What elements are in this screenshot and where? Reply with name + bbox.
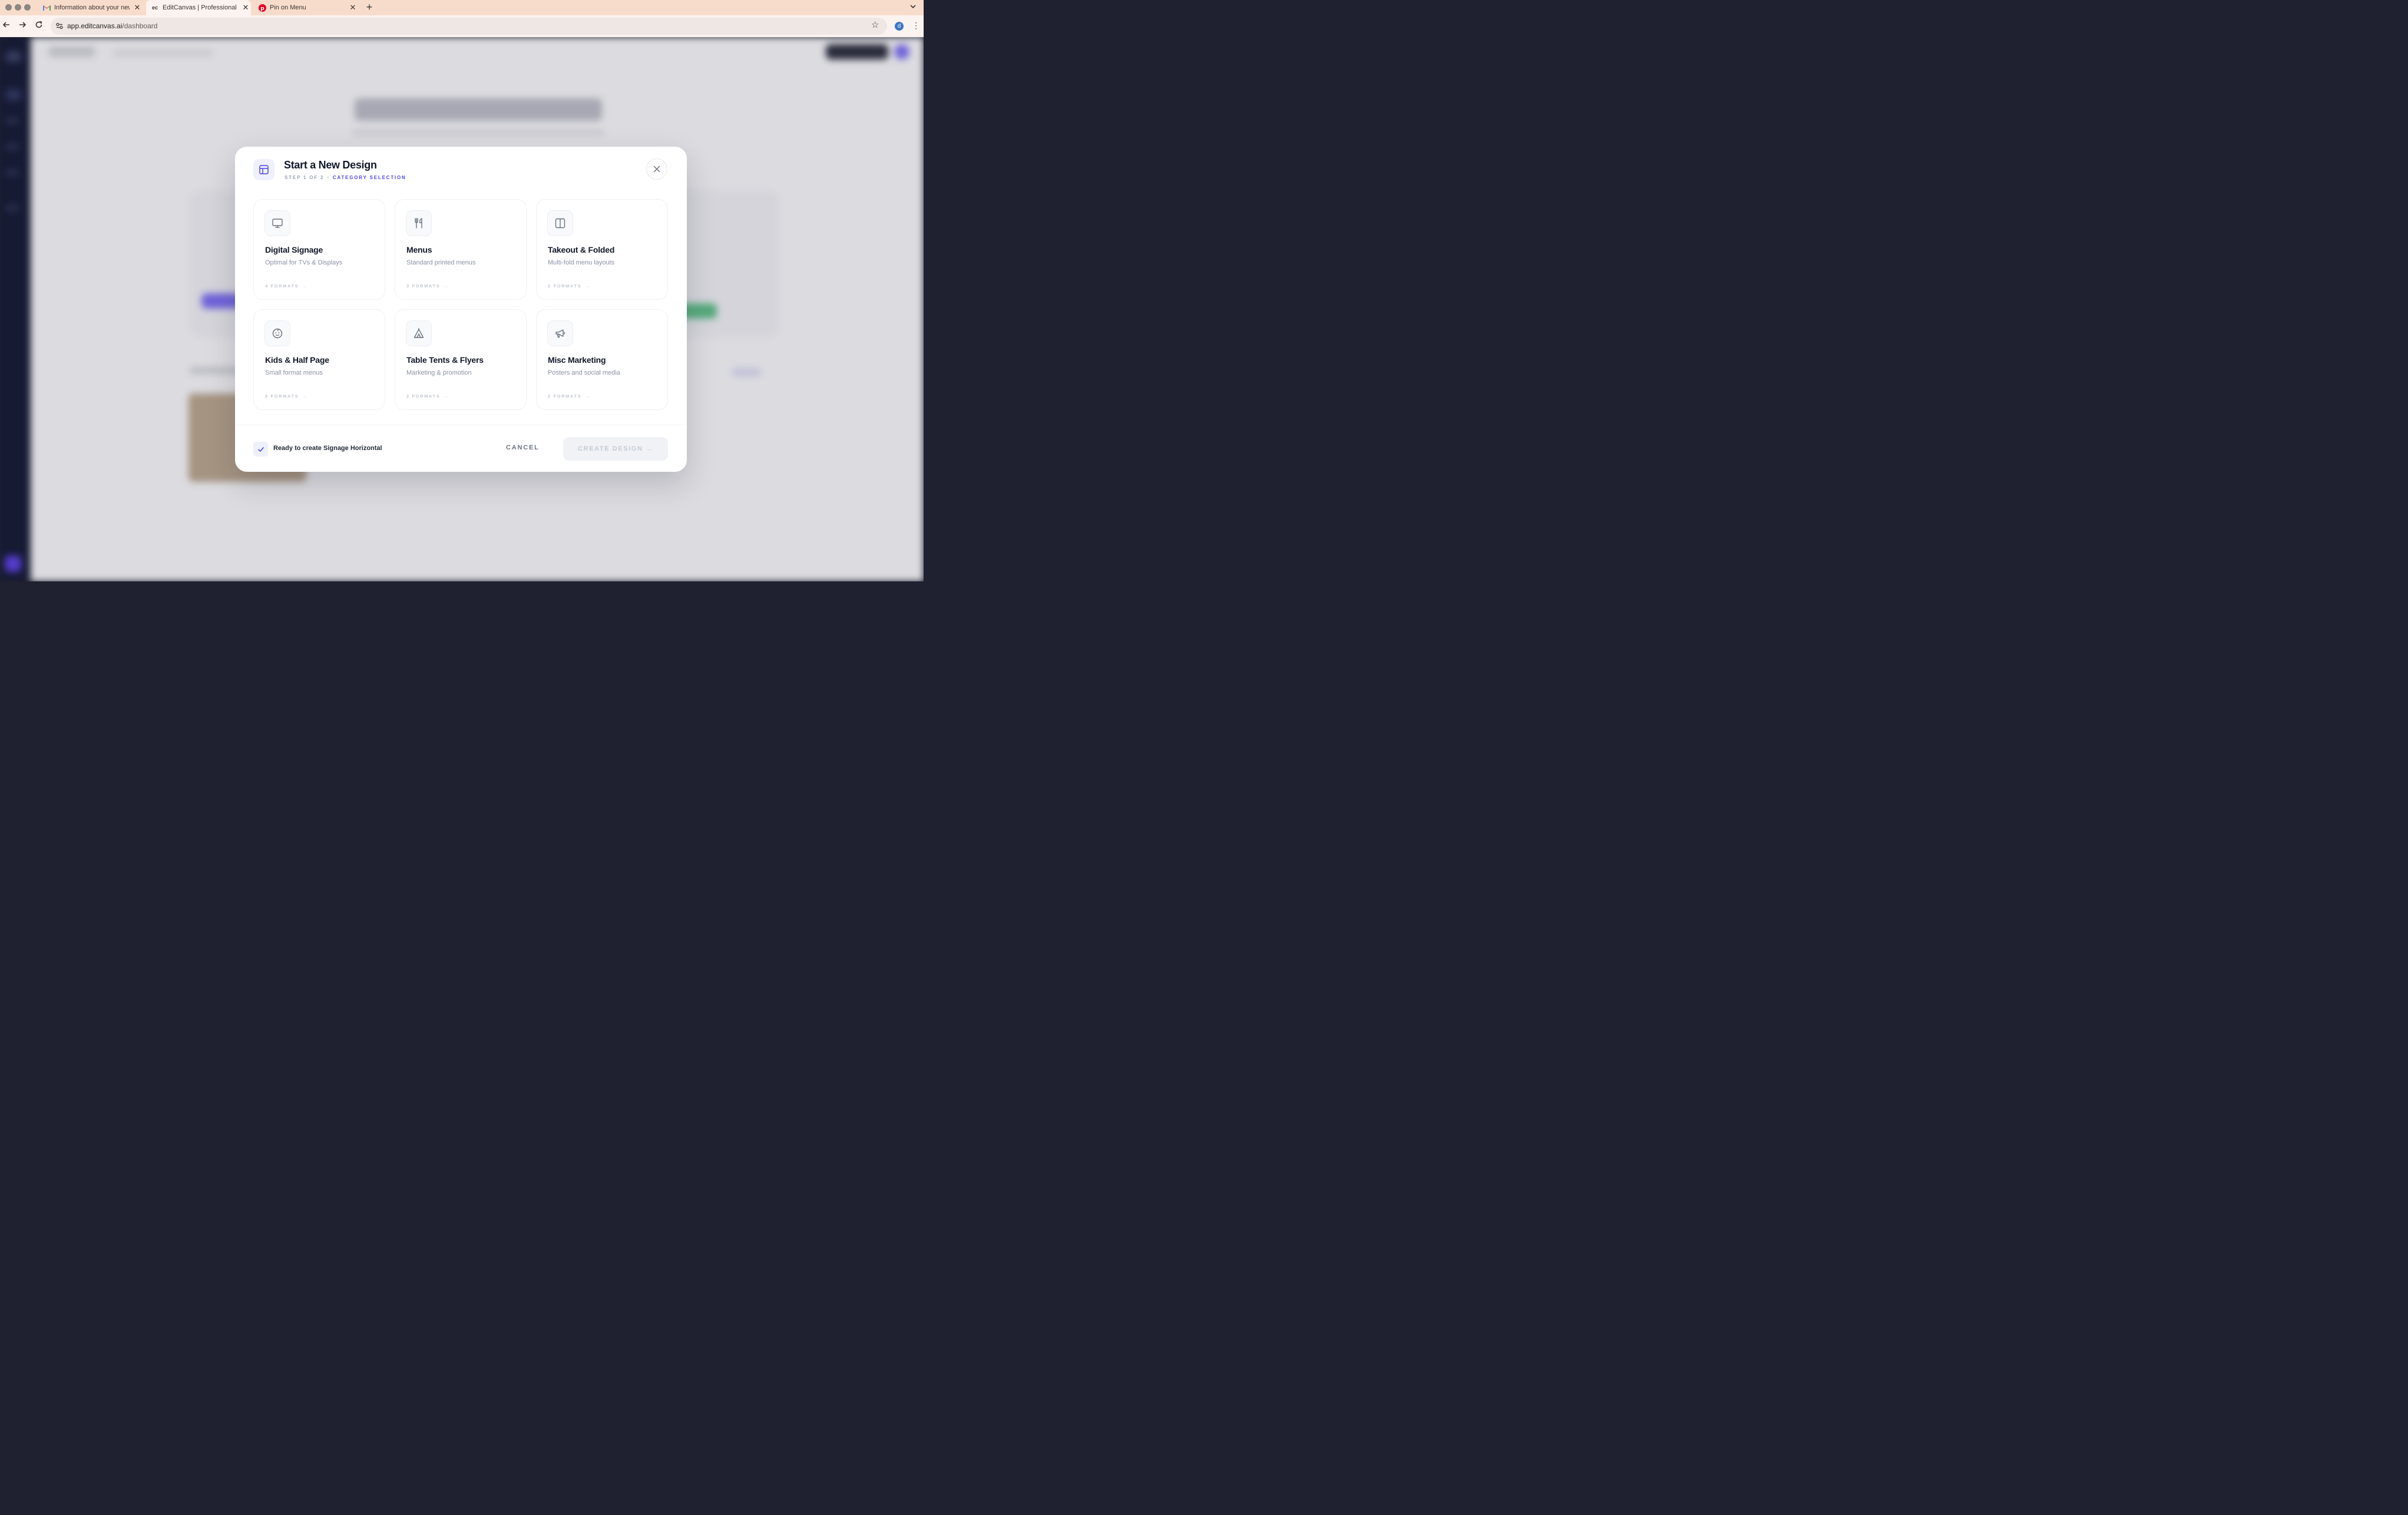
category-title: Table Tents & Flyers: [406, 355, 484, 365]
new-tab-plus-icon[interactable]: +: [363, 2, 375, 14]
step-separator: •: [327, 175, 330, 180]
browser-tab-gmail[interactable]: Information about your new G ✕: [39, 0, 145, 15]
step-name: CATEGORY SELECTION: [332, 175, 406, 180]
category-card-takeout-folded[interactable]: Takeout & Folded Multi-fold menu layouts…: [536, 199, 668, 300]
category-formats: 2 FORMATS →: [548, 393, 590, 399]
reload-icon[interactable]: [34, 21, 44, 31]
category-formats: 3 FORMATS →: [406, 283, 448, 289]
browser-toolbar: app.editcanvas.ai/dashboard ☆ d ⋮: [0, 15, 924, 37]
utensils-icon: [406, 210, 432, 236]
arrow-right-icon: →: [444, 393, 448, 399]
tab-close-icon[interactable]: ✕: [242, 3, 250, 12]
back-arrow-icon[interactable]: [1, 21, 12, 31]
arrow-right-icon: →: [585, 393, 590, 399]
monitor-icon: [264, 210, 290, 236]
columns-icon: [547, 210, 573, 236]
category-card-menus[interactable]: Menus Standard printed menus 3 FORMATS →: [395, 199, 527, 300]
format-count: 2 FORMATS: [548, 393, 582, 399]
format-count: 3 FORMATS: [406, 283, 441, 289]
format-count: 4 FORMATS: [265, 283, 299, 289]
tab-title: Information about your new G: [54, 4, 130, 11]
category-card-table-tents-flyers[interactable]: Table Tents & Flyers Marketing & promoti…: [395, 309, 527, 410]
step-indicator: STEP 1 OF 2 • CATEGORY SELECTION: [285, 175, 406, 180]
category-description: Small format menus: [265, 369, 323, 376]
category-description: Standard printed menus: [406, 259, 476, 266]
profile-avatar[interactable]: d: [895, 22, 904, 31]
bookmark-star-icon[interactable]: ☆: [871, 19, 879, 30]
window-zoom-dot[interactable]: [24, 4, 31, 11]
category-formats: 2 FORMATS →: [548, 283, 590, 289]
category-card-digital-signage[interactable]: Digital Signage Optimal for TVs & Displa…: [253, 199, 385, 300]
close-icon: [653, 166, 660, 173]
tent-icon: [406, 320, 432, 346]
format-count: 2 FORMATS: [406, 393, 441, 399]
browser-menu-icon[interactable]: ⋮: [912, 21, 920, 31]
category-formats: 2 FORMATS →: [265, 393, 307, 399]
svg-text:p: p: [260, 6, 264, 12]
category-description: Optimal for TVs & Displays: [265, 259, 343, 266]
arrow-right-icon: →: [302, 393, 307, 399]
browser-tab-editcanvas[interactable]: ec EditCanvas | Professional Digi ✕: [146, 0, 251, 15]
step-number: STEP 1 OF 2: [285, 175, 325, 180]
url-host: app.editcanvas.ai: [67, 22, 123, 30]
category-description: Multi-fold menu layouts: [548, 259, 615, 266]
ready-status: Ready to create Signage Horizontal: [273, 445, 382, 452]
check-icon: [253, 442, 268, 457]
browser-tab-pinterest[interactable]: p Pin on Menu ✕: [254, 0, 359, 15]
tab-search-chevron-icon[interactable]: [910, 2, 916, 11]
gmail-icon: [42, 4, 51, 12]
category-title: Kids & Half Page: [265, 355, 329, 365]
tab-title: EditCanvas | Professional Digi: [163, 4, 238, 11]
cancel-button[interactable]: CANCEL: [506, 444, 540, 451]
forward-arrow-icon[interactable]: [17, 21, 28, 31]
browser-tab-bar: Information about your new G ✕ ec EditCa…: [0, 0, 924, 15]
format-count: 2 FORMATS: [548, 283, 582, 289]
category-card-misc-marketing[interactable]: Misc Marketing Posters and social media …: [536, 309, 668, 410]
tab-close-icon[interactable]: ✕: [133, 3, 141, 12]
category-title: Menus: [406, 245, 432, 254]
url-text: app.editcanvas.ai/dashboard: [67, 22, 157, 30]
category-title: Takeout & Folded: [548, 245, 615, 254]
modal-title: Start a New Design: [284, 159, 377, 171]
category-formats: 2 FORMATS →: [406, 393, 448, 399]
baby-icon: [264, 320, 290, 346]
category-card-kids-half-page[interactable]: Kids & Half Page Small format menus 2 FO…: [253, 309, 385, 410]
editcanvas-favicon: ec: [151, 5, 158, 11]
url-path: /dashboard: [122, 22, 158, 30]
category-formats: 4 FORMATS →: [265, 283, 307, 289]
format-count: 2 FORMATS: [265, 393, 299, 399]
tab-title: Pin on Menu: [270, 4, 306, 11]
arrow-right-icon: →: [302, 283, 307, 289]
tab-close-icon[interactable]: ✕: [349, 3, 357, 12]
megaphone-icon: [547, 320, 573, 346]
category-title: Misc Marketing: [548, 355, 606, 365]
window-minimize-dot[interactable]: [15, 4, 21, 11]
pinterest-icon: p: [258, 4, 266, 12]
arrow-right-icon: →: [585, 283, 590, 289]
new-design-modal: Start a New Design STEP 1 OF 2 • CATEGORY …: [235, 147, 687, 472]
layout-icon: [253, 159, 274, 180]
arrow-right-icon: →: [444, 283, 448, 289]
window-close-dot[interactable]: [5, 4, 12, 11]
category-description: Posters and social media: [548, 369, 620, 376]
create-design-button[interactable]: CREATE DESIGN →: [563, 437, 668, 461]
address-bar[interactable]: app.editcanvas.ai/dashboard: [51, 18, 887, 35]
category-description: Marketing & promotion: [406, 369, 472, 376]
category-title: Digital Signage: [265, 245, 323, 254]
site-settings-icon[interactable]: [55, 22, 64, 30]
close-button[interactable]: [646, 158, 667, 180]
